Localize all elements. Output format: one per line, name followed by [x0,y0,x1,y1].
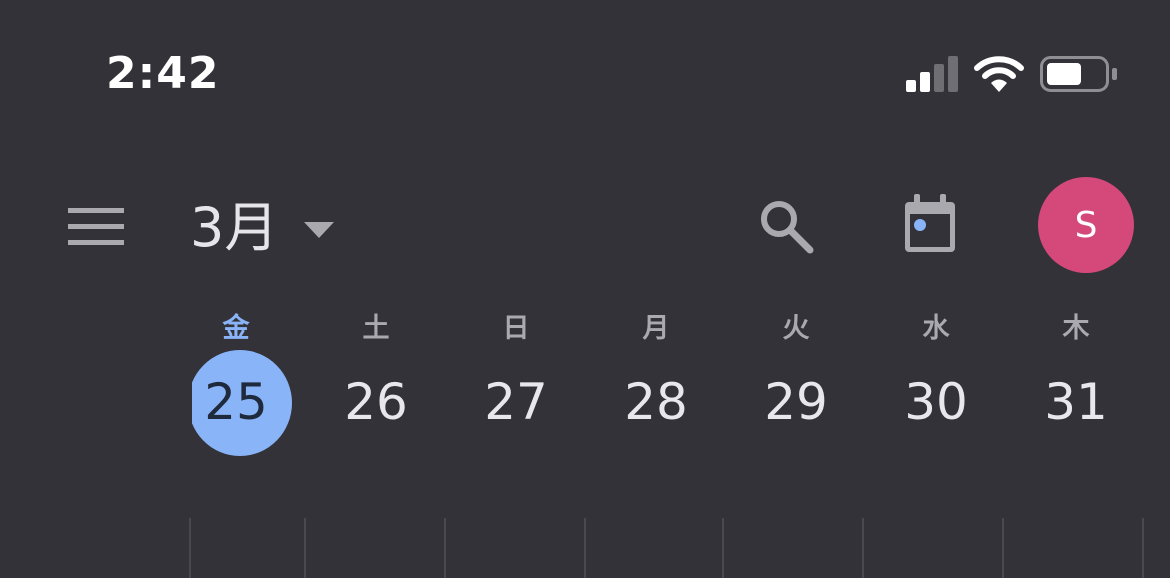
clip-edge [166,300,192,470]
search-button[interactable] [756,196,816,256]
weekday-label: 火 [782,313,810,344]
day-column-divider [1142,518,1144,578]
day-cell[interactable]: 日 27 [446,300,586,470]
date-number: 31 [1044,373,1108,431]
search-icon [761,201,814,254]
month-label: 3月 [190,196,279,259]
weekday-label: 水 [922,313,950,344]
day-column-divider [1002,518,1004,578]
avatar-initial: S [1074,204,1098,246]
week-strip: 金 25 土 26 日 27 月 28 火 29 水 30 木 31 [166,300,1170,470]
day-cell[interactable]: 月 28 [586,300,726,470]
weekday-label: 月 [642,313,670,344]
date-number: 29 [764,373,828,431]
main-menu-button[interactable] [62,200,130,252]
day-cell-selected[interactable]: 金 25 [166,300,306,470]
status-time: 2:42 [106,48,220,99]
caret-down-icon [304,222,335,238]
weekday-label: 日 [502,313,530,344]
day-column-divider [722,518,724,578]
hamburger-menu-icon [68,208,124,245]
day-column-divider [862,518,864,578]
account-avatar[interactable]: S [1038,177,1134,273]
date-number: 26 [344,373,408,431]
day-column-divider [304,518,306,578]
calendar-today-icon [905,194,955,252]
day-column-divider [189,518,191,578]
date-number: 27 [484,373,548,431]
day-cell[interactable]: 火 29 [726,300,866,470]
day-cell[interactable]: 水 30 [866,300,1006,470]
day-column-divider [444,518,446,578]
date-number: 30 [904,373,968,431]
wifi-icon [974,56,1024,92]
today-button[interactable] [900,192,960,256]
day-column-divider [584,518,586,578]
day-cell[interactable]: 木 31 [1006,300,1146,470]
date-number: 28 [624,373,688,431]
month-selector[interactable]: 3月 [190,188,336,268]
cellular-signal-icon [906,56,958,92]
day-cell[interactable]: 土 26 [306,300,446,470]
weekday-label: 木 [1062,313,1090,344]
battery-icon [1040,56,1117,92]
weekday-label: 土 [362,313,390,344]
